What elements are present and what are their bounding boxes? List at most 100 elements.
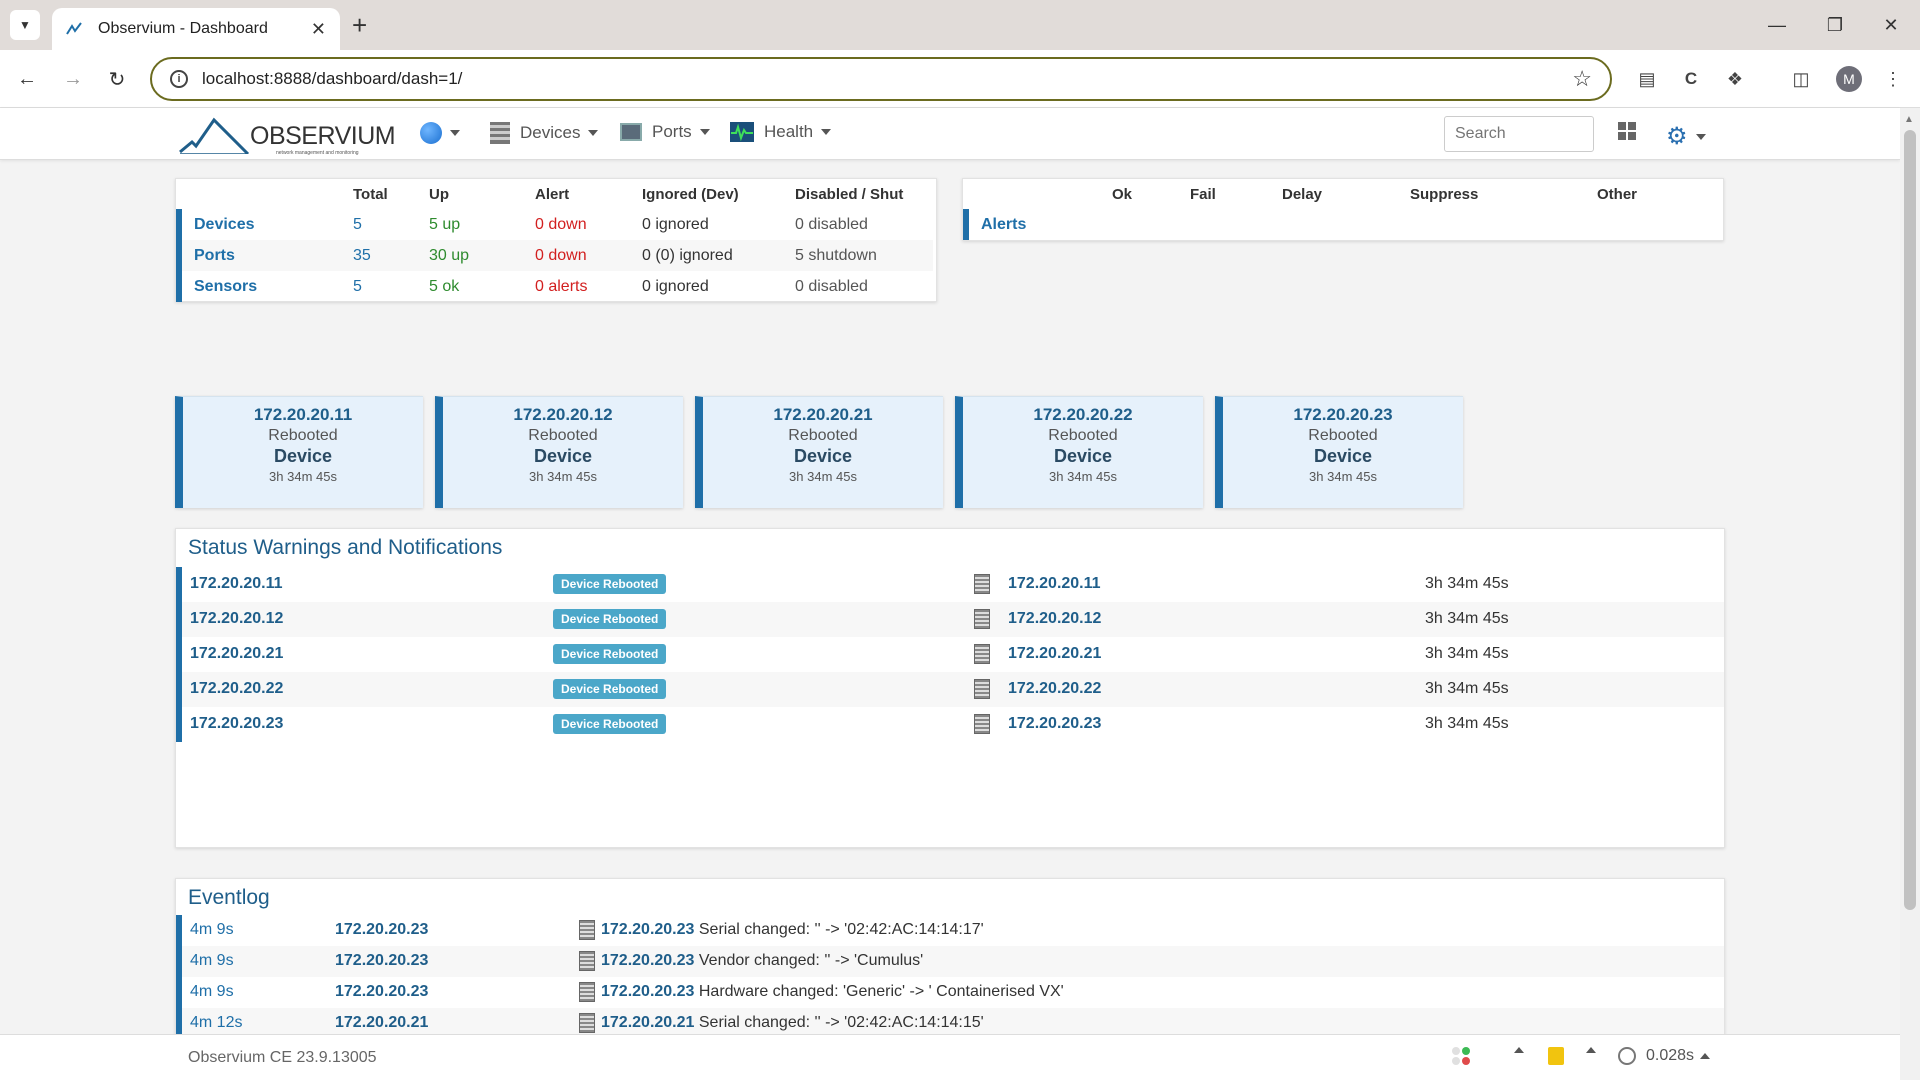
nav-ports[interactable]: Ports (620, 122, 710, 142)
alerts-label[interactable]: Alerts (963, 209, 1112, 240)
close-tab-icon[interactable]: ✕ (311, 19, 326, 40)
warning-host-link[interactable]: 172.20.20.22 (190, 680, 283, 698)
windows-icon[interactable] (1618, 122, 1636, 140)
restore-button[interactable]: ❐ (1806, 0, 1864, 50)
close-window-button[interactable]: ✕ (1862, 0, 1920, 50)
notes-icon[interactable] (1548, 1047, 1564, 1065)
summary-disabled[interactable]: 0 disabled (795, 271, 933, 302)
back-button[interactable]: ← (12, 64, 42, 94)
summary-up[interactable]: 30 up (429, 240, 535, 271)
event-time[interactable]: 4m 9s (190, 952, 234, 970)
reading-mode-icon[interactable]: ▤ (1632, 64, 1662, 94)
status-dots-icon[interactable] (1452, 1047, 1470, 1065)
alerts-summary-panel: Ok Fail Delay Suppress Other Alerts (962, 178, 1724, 241)
event-host-link[interactable]: 172.20.20.23 (335, 952, 428, 970)
summary-ignored[interactable]: 0 ignored (642, 271, 795, 302)
device-tile[interactable]: 172.20.20.11 Rebooted Device 3h 34m 45s (175, 396, 423, 508)
server-icon (974, 609, 990, 629)
event-message-host[interactable]: 172.20.20.23 (601, 952, 694, 969)
event-message-host[interactable]: 172.20.20.21 (601, 1014, 694, 1031)
summary-total[interactable]: 35 (353, 240, 429, 271)
warning-host-link[interactable]: 172.20.20.11 (190, 575, 283, 593)
device-tile[interactable]: 172.20.20.21 Rebooted Device 3h 34m 45s (695, 396, 943, 508)
col-header-fail: Fail (1190, 185, 1216, 203)
warning-time: 3h 34m 45s (1425, 715, 1509, 732)
url-text[interactable]: localhost:8888/dashboard/dash=1/ (202, 69, 462, 89)
summary-alert[interactable]: 0 down (535, 209, 642, 240)
extensions-puzzle-icon[interactable]: ❖ (1720, 64, 1750, 94)
event-time[interactable]: 4m 12s (190, 1014, 242, 1032)
summary-label[interactable]: Ports (176, 240, 353, 271)
vertical-scrollbar[interactable]: ▲ (1900, 108, 1920, 1080)
event-message: 172.20.20.23 Hardware changed: 'Generic'… (601, 983, 1064, 1001)
heartbeat-icon (730, 122, 754, 142)
notes-menu-caret[interactable] (1580, 1047, 1596, 1053)
logo-mountain-icon (179, 117, 250, 154)
col-header-ignored: Ignored (Dev) (642, 185, 739, 203)
event-host-link[interactable]: 172.20.20.21 (335, 1014, 428, 1032)
event-host-link[interactable]: 172.20.20.23 (335, 921, 428, 939)
summary-ignored[interactable]: 0 ignored (642, 209, 795, 240)
bookmark-star-icon[interactable]: ☆ (1572, 66, 1592, 92)
settings-menu[interactable]: ⚙ (1666, 122, 1706, 151)
summary-row-ports: Ports 35 30 up 0 down 0 (0) ignored 5 sh… (176, 240, 933, 271)
browser-tab[interactable]: Observium - Dashboard ✕ (52, 8, 340, 50)
warning-device-link[interactable]: 172.20.20.12 (1008, 610, 1101, 628)
summary-label[interactable]: Sensors (176, 271, 353, 302)
caret-icon (1700, 1053, 1711, 1059)
warning-device-link[interactable]: 172.20.20.22 (1008, 680, 1101, 698)
extension-c-icon[interactable]: C (1676, 64, 1706, 94)
observium-logo[interactable]: OBSERVIUM network management and monitor… (178, 114, 396, 156)
warning-device-link[interactable]: 172.20.20.23 (1008, 715, 1101, 733)
summary-alert[interactable]: 0 down (535, 240, 642, 271)
scrollbar-thumb[interactable] (1904, 130, 1916, 910)
browser-tabbar: ▼ Observium - Dashboard ✕ + — ❐ ✕ (0, 0, 1920, 50)
minimize-button[interactable]: — (1748, 0, 1806, 50)
nav-devices[interactable]: Devices (490, 122, 599, 144)
address-bar[interactable]: i localhost:8888/dashboard/dash=1/ ☆ (150, 57, 1612, 101)
nav-health[interactable]: Health (730, 122, 832, 142)
summary-disabled[interactable]: 5 shutdown (795, 240, 933, 271)
new-tab-button[interactable]: + (352, 10, 367, 40)
summary-alert[interactable]: 0 alerts (535, 271, 642, 302)
profile-avatar[interactable]: M (1836, 66, 1862, 92)
tab-search-button[interactable]: ▼ (10, 10, 40, 40)
search-input[interactable] (1444, 116, 1594, 152)
summary-disabled[interactable]: 0 disabled (795, 209, 933, 240)
device-tile[interactable]: 172.20.20.22 Rebooted Device 3h 34m 45s (955, 396, 1203, 508)
warning-device-link[interactable]: 172.20.20.11 (1008, 575, 1101, 593)
summary-ignored[interactable]: 0 (0) ignored (642, 240, 795, 271)
summary-up[interactable]: 5 up (429, 209, 535, 240)
col-header-blank (966, 179, 1112, 209)
col-header-up: Up (429, 185, 449, 203)
device-tile[interactable]: 172.20.20.12 Rebooted Device 3h 34m 45s (435, 396, 683, 508)
browser-menu-icon[interactable]: ⋮ (1878, 64, 1908, 94)
warning-device-link[interactable]: 172.20.20.21 (1008, 645, 1101, 663)
event-time[interactable]: 4m 9s (190, 983, 234, 1001)
event-message-host[interactable]: 172.20.20.23 (601, 921, 694, 938)
scroll-up-icon[interactable]: ▲ (1904, 114, 1914, 125)
summary-row-devices: Devices 5 5 up 0 down 0 ignored 0 disabl… (176, 209, 933, 240)
globe-menu[interactable] (420, 122, 460, 144)
event-time[interactable]: 4m 9s (190, 921, 234, 939)
warning-host-link[interactable]: 172.20.20.21 (190, 645, 283, 663)
site-info-icon[interactable]: i (170, 70, 188, 88)
warning-row: 172.20.20.21 Device Rebooted 172.20.20.2… (176, 637, 1724, 672)
side-panel-icon[interactable]: ◫ (1786, 64, 1816, 94)
summary-total[interactable]: 5 (353, 271, 429, 302)
tile-type: Device (793, 446, 853, 466)
warning-host-link[interactable]: 172.20.20.23 (190, 715, 283, 733)
eventlog-row: 4m 9s 172.20.20.23 172.20.20.23 Vendor c… (176, 946, 1724, 977)
event-message-host[interactable]: 172.20.20.23 (601, 983, 694, 1000)
event-host-link[interactable]: 172.20.20.23 (335, 983, 428, 1001)
forward-button[interactable]: → (58, 64, 88, 94)
warning-host-link[interactable]: 172.20.20.12 (190, 610, 283, 628)
device-tile[interactable]: 172.20.20.23 Rebooted Device 3h 34m 45s (1215, 396, 1463, 508)
summary-total[interactable]: 5 (353, 209, 429, 240)
timing-display[interactable]: 0.028s (1618, 1047, 1711, 1065)
footer-menu-caret[interactable] (1508, 1047, 1524, 1053)
reload-button[interactable]: ↻ (102, 64, 132, 94)
summary-label[interactable]: Devices (176, 209, 353, 240)
summary-up[interactable]: 5 ok (429, 271, 535, 302)
tile-time: 3h 34m 45s (529, 469, 597, 484)
